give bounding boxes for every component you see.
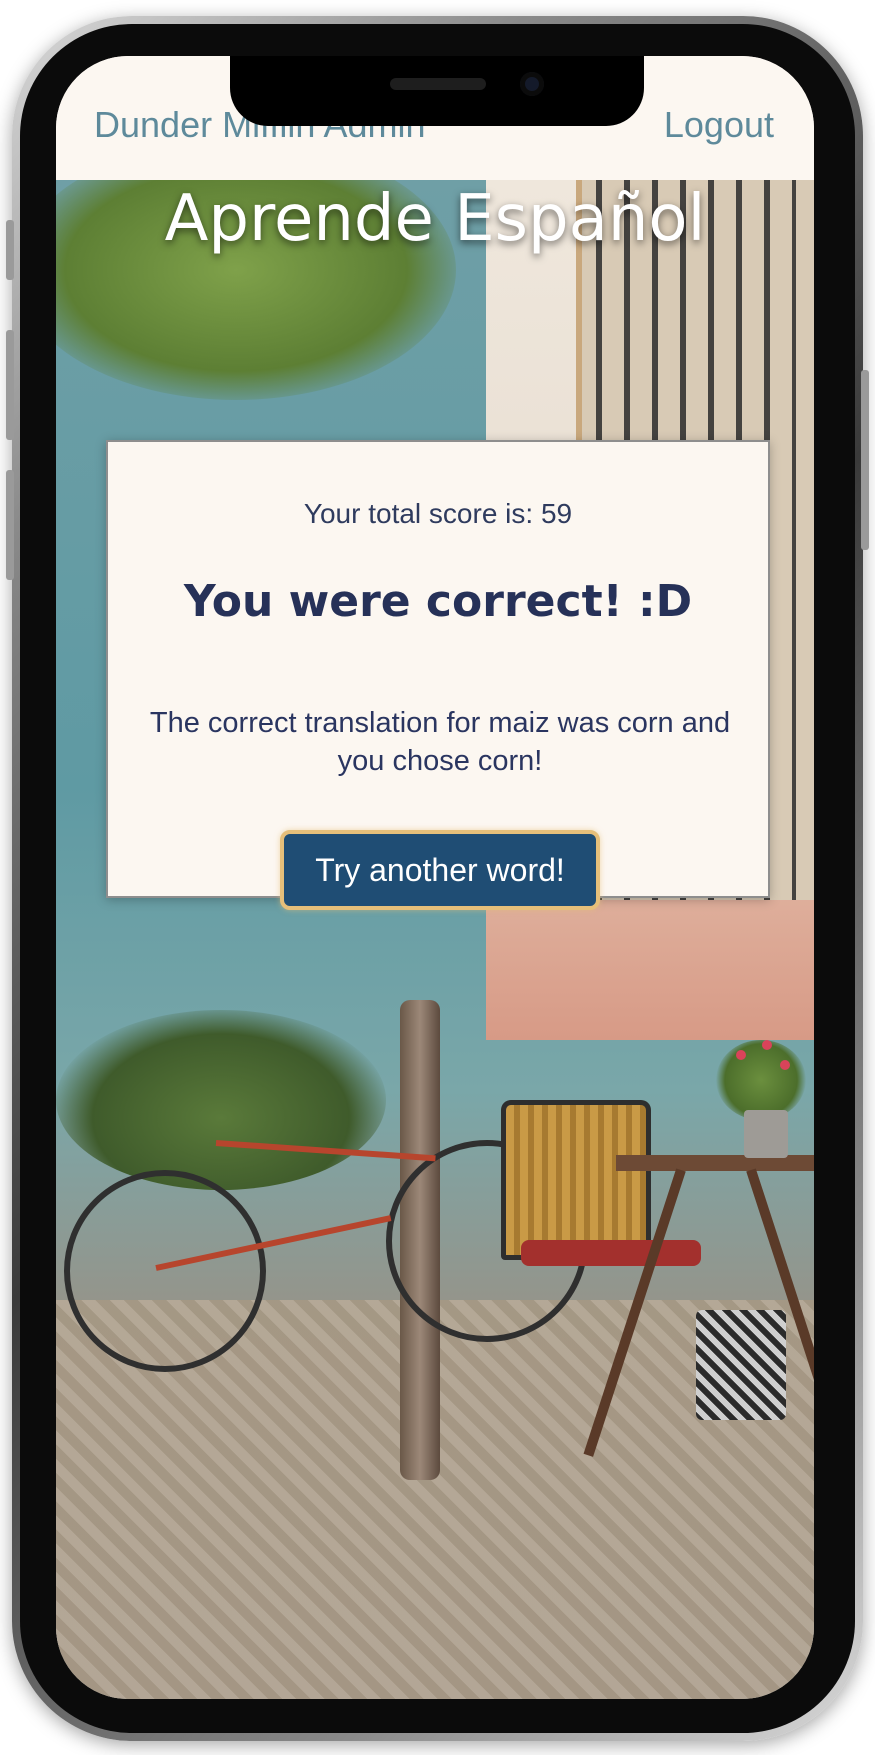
flower-pot — [744, 1110, 788, 1158]
total-score: Your total score is: 59 — [303, 498, 573, 529]
flower — [736, 1050, 746, 1060]
mute-switch — [6, 220, 14, 280]
try-another-word-button[interactable]: Try another word! — [280, 830, 600, 910]
page-title: Aprende Español — [164, 182, 706, 256]
speaker-grille — [390, 78, 486, 90]
phone-notch — [230, 56, 644, 126]
front-camera-icon — [520, 72, 544, 96]
flower — [780, 1060, 790, 1070]
potted-plants — [56, 1010, 386, 1190]
flower — [762, 1040, 772, 1050]
volume-up-button — [6, 330, 14, 440]
wicker-chair — [501, 1100, 651, 1260]
result-heading: You were correct! :D — [183, 576, 693, 627]
bicycle-front-wheel — [64, 1170, 266, 1372]
power-button — [861, 370, 869, 550]
chair-cushion — [521, 1240, 701, 1266]
feedback-message: The correct translation for maiz was cor… — [149, 707, 731, 777]
background-street-scene-image — [56, 180, 814, 1699]
flower-plant — [716, 1040, 806, 1120]
phone-screen: Dunder Mifflin Admin Logout Aprende Espa… — [56, 56, 814, 1699]
waste-basket — [696, 1310, 786, 1420]
result-card: Your total score is: 59 You were correct… — [106, 440, 770, 910]
volume-down-button — [6, 470, 14, 580]
logout-link[interactable]: Logout — [664, 104, 774, 146]
